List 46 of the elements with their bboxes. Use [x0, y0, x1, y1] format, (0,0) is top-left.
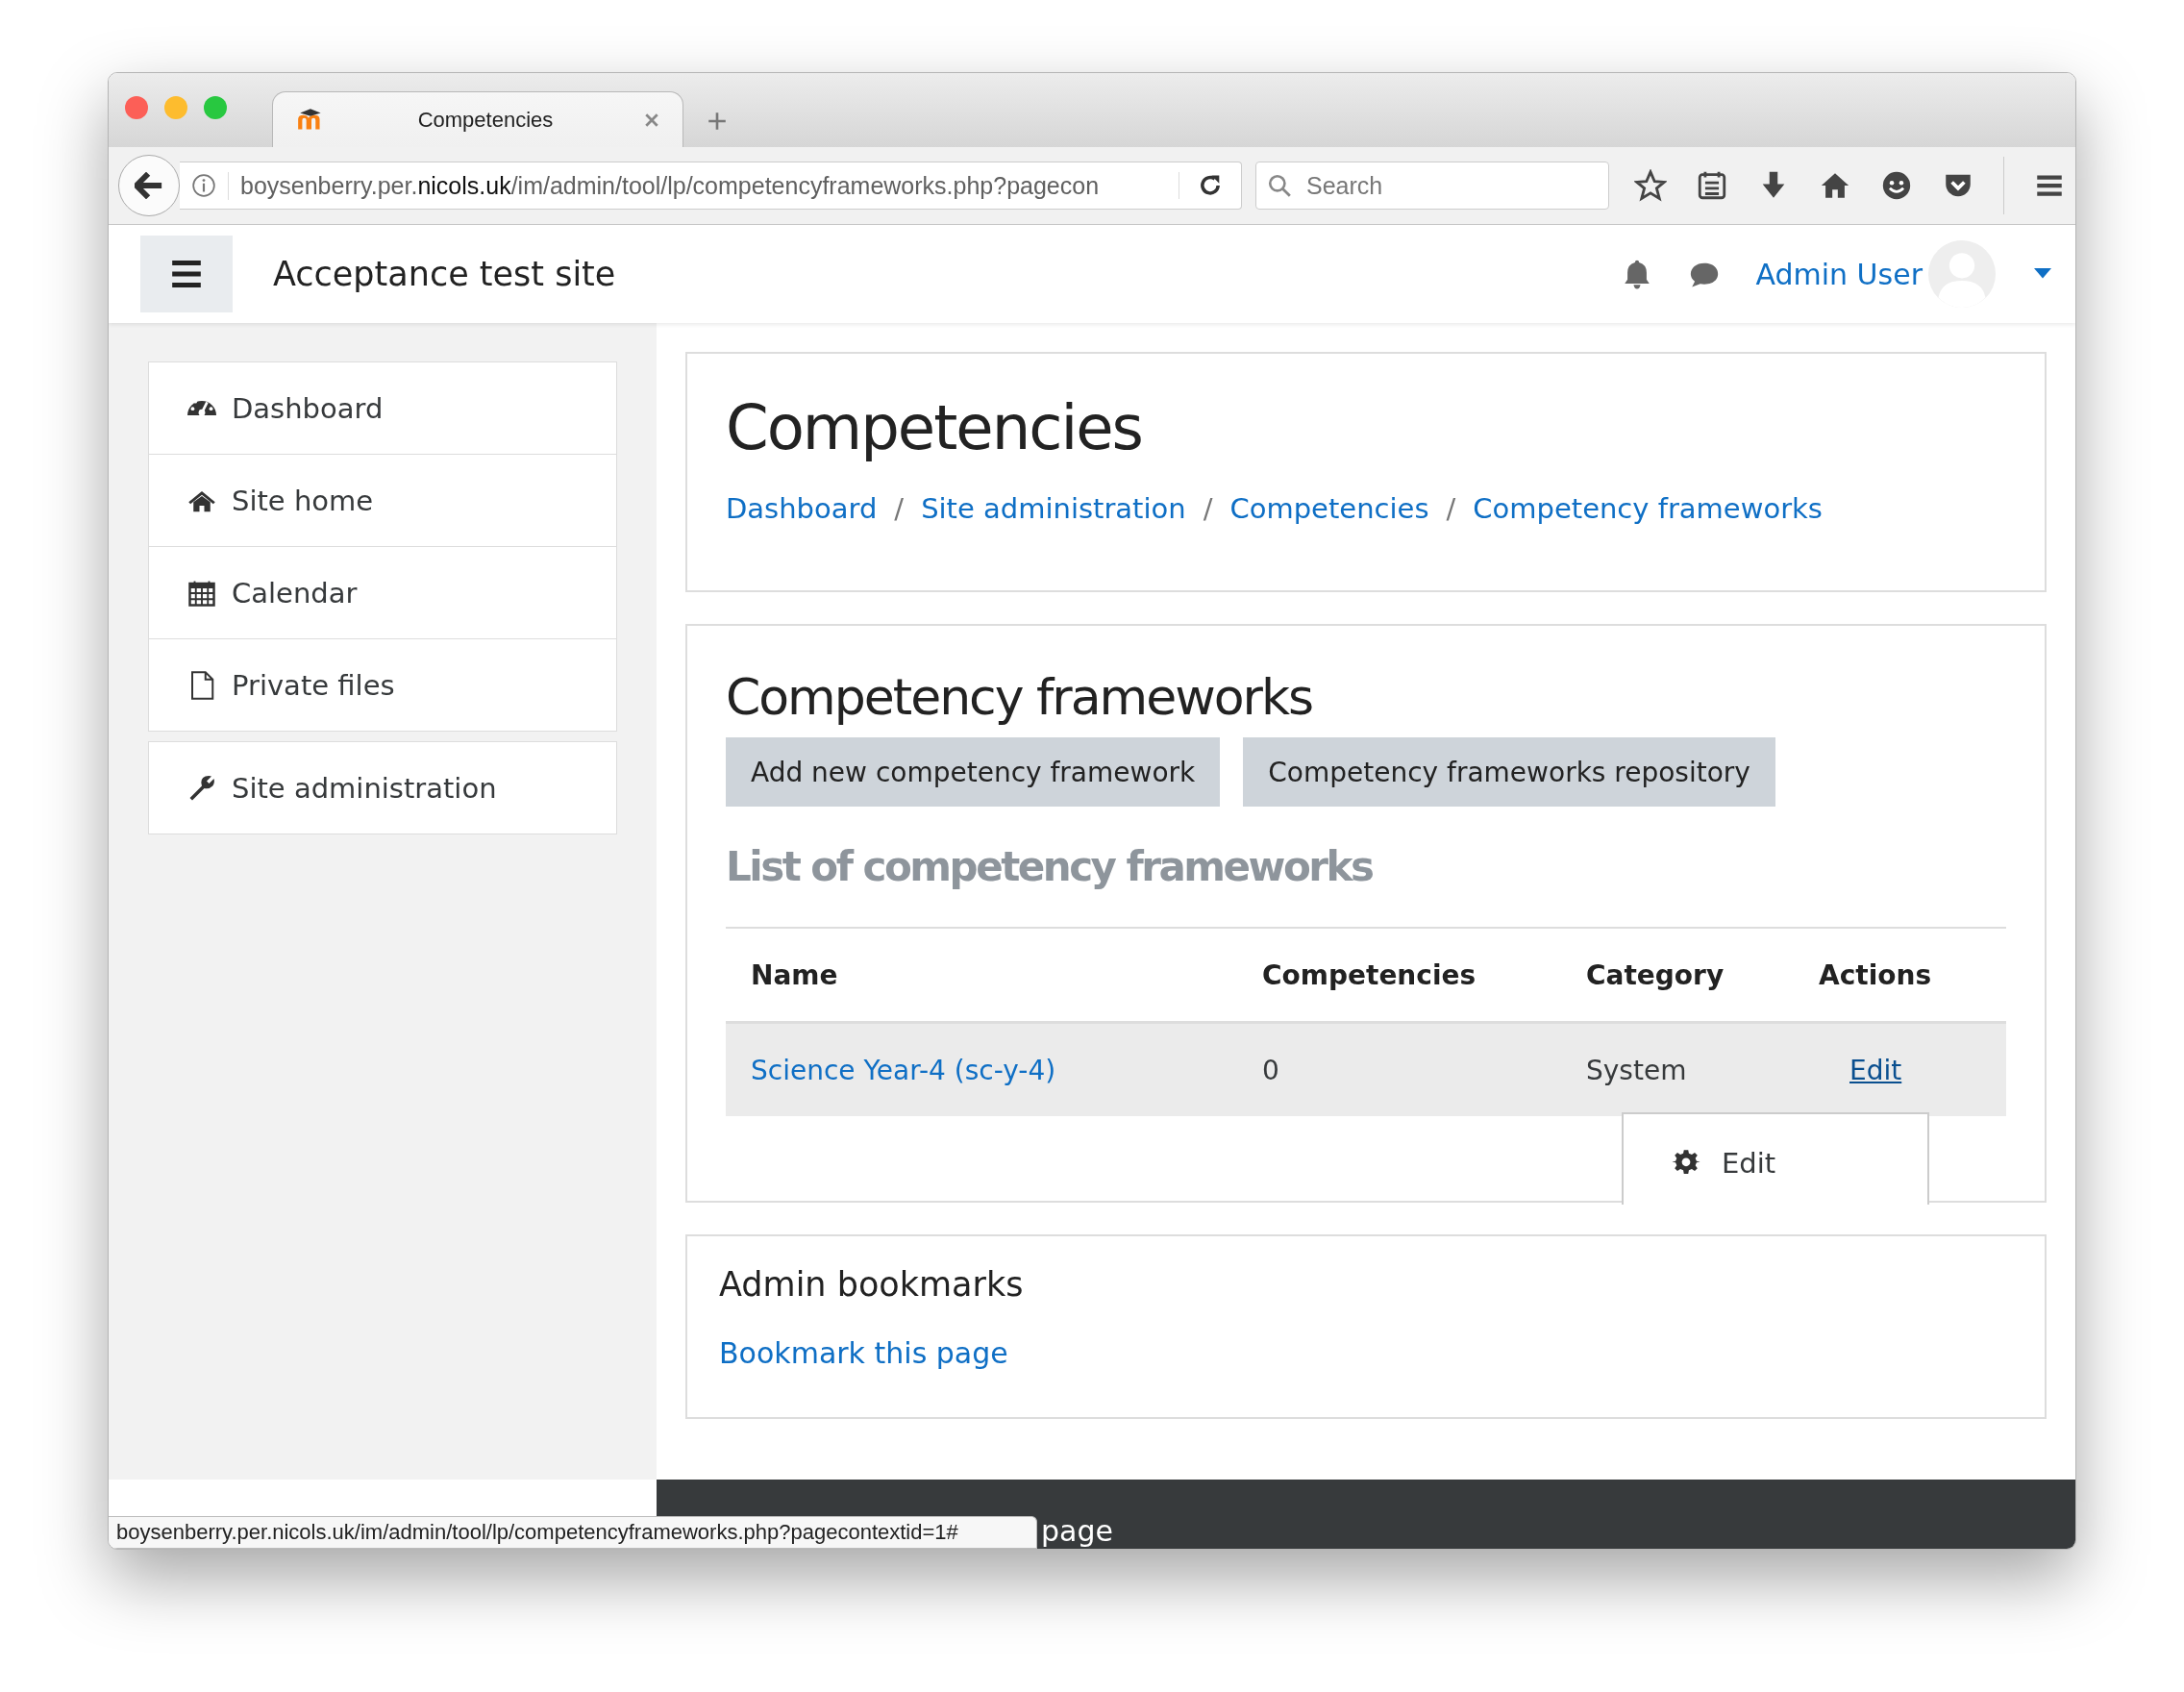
info-icon[interactable]	[191, 173, 216, 198]
bookmark-link[interactable]: Bookmark this page	[719, 1336, 1008, 1370]
menu-item[interactable]: Edit	[1624, 1114, 1927, 1180]
wrench-icon	[187, 773, 216, 803]
framework-link[interactable]: Science Year-4 (sc-y-4)	[751, 1054, 1056, 1086]
gauge-icon	[187, 401, 216, 415]
breadcrumb-separator: /	[894, 492, 905, 525]
status-url: boysenberry.per.nicols.uk/im/admin/tool/lp/competencyframeworks.php?pagecontextid=1#	[109, 1516, 1037, 1549]
action-button[interactable]: Competency frameworks repository	[1243, 737, 1775, 807]
breadcrumb-link[interactable]: Dashboard	[726, 492, 878, 525]
user-name[interactable]: Admin User	[1755, 257, 1923, 291]
breadcrumb-separator: /	[1446, 492, 1456, 525]
block-title: Admin bookmarks	[719, 1265, 1025, 1304]
page-title: Competencies	[726, 392, 1143, 463]
edit-link[interactable]: Edit	[1849, 1054, 1902, 1086]
back-arrow-icon	[135, 172, 163, 199]
new-tab-icon[interactable]	[707, 111, 728, 132]
breadcrumb-separator: /	[1203, 492, 1213, 525]
sidebar-item[interactable]: Private files	[149, 638, 616, 731]
smiley-icon[interactable]	[1880, 169, 1913, 202]
search-icon	[1267, 173, 1292, 198]
list-heading: List of competency frameworks	[726, 843, 1374, 890]
tab-title: Competencies	[416, 107, 555, 133]
sidebar-item[interactable]: Site home	[149, 454, 616, 546]
breadcrumb-link[interactable]: Competencies	[1229, 492, 1429, 525]
reading-list-icon[interactable]	[1696, 169, 1728, 202]
table-cell: 0	[1262, 1054, 1279, 1086]
caret-icon[interactable]	[2034, 268, 2051, 280]
sidebar-item[interactable]: Dashboard	[149, 362, 616, 454]
url-text: boysenberry.per.nicols.uk/im/admin/tool/lp/competencyframeworks.php?pagecon	[228, 171, 1161, 200]
sidebar-item[interactable]: Site administration	[149, 742, 616, 834]
site-name[interactable]: Acceptance test site	[273, 255, 616, 293]
search-field[interactable]: Search	[1255, 162, 1609, 210]
footer-text: page	[1041, 1514, 1113, 1549]
action-button[interactable]: Add new competency framework	[726, 737, 1221, 807]
menu-button[interactable]	[140, 236, 233, 312]
address-bar[interactable]: boysenberry.per.nicols.uk/im/admin/tool/lp/competencyframeworks.php?pagecon	[180, 162, 1242, 210]
section-heading: Competency frameworks	[726, 668, 1314, 726]
breadcrumb-link[interactable]: Competency frameworks	[1473, 492, 1823, 525]
star-icon[interactable]	[1634, 169, 1667, 202]
breadcrumb-link[interactable]: Site administration	[921, 492, 1186, 525]
sidebar-item[interactable]: Calendar	[149, 546, 616, 638]
browser-tab[interactable]: Competencies	[272, 91, 683, 147]
menu-icon	[172, 261, 201, 287]
close-tab-icon[interactable]	[644, 112, 659, 128]
table-cell: System	[1586, 1054, 1687, 1086]
